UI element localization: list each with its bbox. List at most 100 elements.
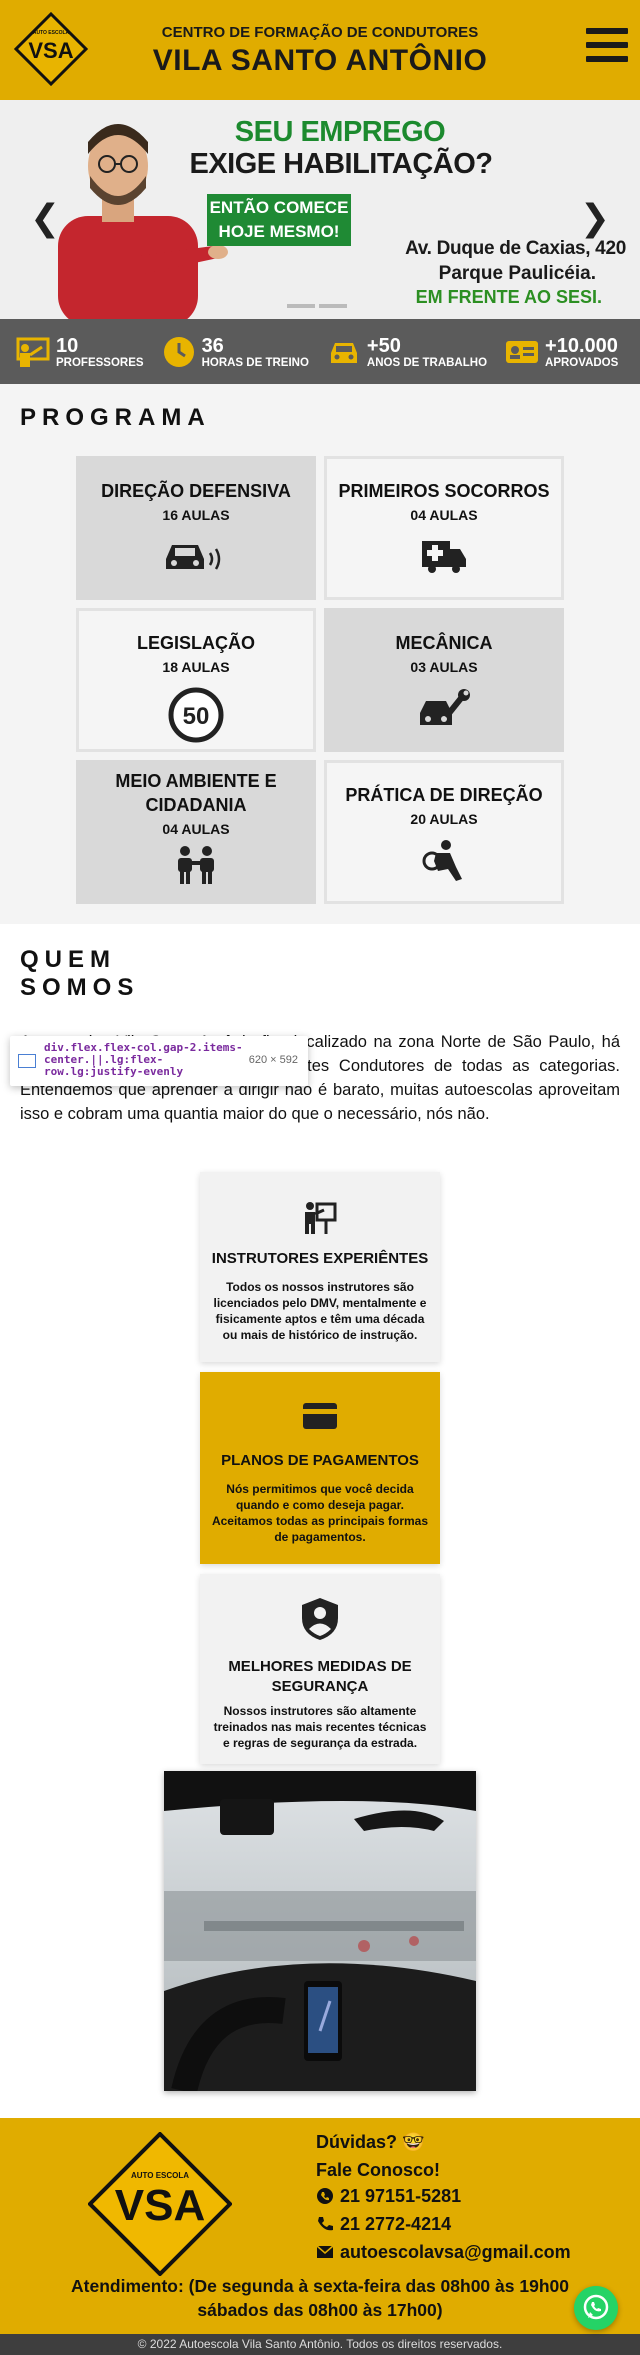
site-footer: AUTO ESCOLA VSA Dúvidas? 🤓 Fale Conosco!…: [0, 2118, 640, 2334]
carousel-next-icon[interactable]: ❯: [580, 200, 610, 236]
carousel-indicators[interactable]: [287, 295, 351, 313]
footer-phone-number: 21 2772-4214: [340, 2214, 452, 2234]
svg-text:AUTO ESCOLA: AUTO ESCOLA: [131, 2171, 189, 2180]
course-card-mecanica[interactable]: MECÂNICA 03 AULAS: [324, 608, 564, 752]
course-card-primeiros-socorros[interactable]: PRIMEIROS SOCORROS 04 AULAS: [324, 456, 564, 600]
car-sound-icon: [166, 545, 221, 570]
course-card-direcao-defensiva[interactable]: DIREÇÃO DEFENSIVA 16 AULAS: [76, 456, 316, 600]
svg-text:VSA: VSA: [28, 38, 73, 63]
footer-duvidas: Dúvidas? 🤓: [316, 2132, 425, 2152]
course-card-legislacao[interactable]: LEGISLAÇÃO 18 AULAS 50: [76, 608, 316, 752]
footer-hours-line-1: Atendimento: (De segunda à sexta-feira d…: [71, 2276, 569, 2296]
email-icon: [316, 2245, 334, 2258]
feature-title-line-2: SEGURANÇA: [271, 1678, 369, 1695]
hero-cta-line-1: ENTÃO COMECE: [209, 198, 349, 217]
quem-title-2: SOMOS: [20, 974, 140, 1001]
vsa-logo-large[interactable]: AUTO ESCOLA VSA: [88, 2132, 232, 2276]
stat-label: ANOS DE TRABALHO: [366, 356, 488, 369]
svg-text:VSA: VSA: [115, 2181, 205, 2230]
quem-title-1: QUEM: [20, 946, 116, 973]
phone-icon: [318, 2217, 333, 2231]
feature-description: Nós permitimos que você decida quando e …: [211, 1482, 429, 1544]
hero-carousel: SEU EMPREGO EXIGE HABILITAÇÃO? ENTÃO COM…: [0, 100, 640, 319]
header-subtitle: CENTRO DE FORMAÇÃO DE CONDUTORES: [161, 24, 479, 41]
course-name: PRÁTICA DE DIREÇÃO: [345, 785, 543, 805]
instructor-icon: [305, 1202, 337, 1234]
stat-value: +10.000: [545, 334, 618, 357]
stat-value: 36: [201, 334, 224, 357]
feature-seguranca: MELHORES MEDIDAS DE SEGURANÇA Nossos ins…: [200, 1574, 440, 1764]
feature-instrutores: INSTRUTORES EXPERIÊNTES Todos os nossos …: [200, 1172, 440, 1362]
footer-whatsapp-number: 21 97151-5281: [340, 2186, 462, 2206]
hero-address-street: Av. Duque de Caxias, 420: [405, 238, 626, 259]
quem-somos-section: QUEM SOMOS Autoescolas Vila Santo Antôni…: [0, 924, 640, 2119]
car-interior-photo: [164, 1771, 476, 2091]
course-name: LEGISLAÇÃO: [136, 633, 255, 653]
course-hours: 04 AULAS: [410, 507, 478, 523]
footer-email-link[interactable]: autoescolavsa@gmail.com: [316, 2242, 571, 2263]
stat-horas: 36 HORAS DE TREINO: [162, 335, 309, 369]
course-hours: 16 AULAS: [162, 507, 230, 523]
inspector-tooltip: div.flex.flex-col.gap-2.items-center.||.…: [10, 1036, 308, 1086]
header-title: VILA SANTO ANTÔNIO: [152, 44, 488, 77]
programa-section: PROGRAMA DIREÇÃO DEFENSIVA 16 AULAS PRIM…: [0, 384, 640, 924]
feature-title: INSTRUTORES EXPERIÊNTES: [211, 1250, 429, 1267]
footer-hours-line-2: sábados das 08h00 às 17h00): [197, 2300, 443, 2320]
stat-label: HORAS DE TREINO: [201, 356, 309, 369]
whatsapp-icon: [317, 2188, 333, 2204]
feature-title: PLANOS DE PAGAMENTOS: [221, 1452, 419, 1469]
people-icon: [178, 846, 214, 884]
course-name: MECÂNICA: [395, 633, 493, 653]
stat-aprovados: +10.000 APROVADOS: [505, 335, 618, 369]
stat-label: APROVADOS: [545, 356, 619, 369]
course-hours: 03 AULAS: [410, 659, 478, 675]
inspector-selector: div.flex.flex-col.gap-2.items-center.||.…: [44, 1041, 243, 1078]
hero-cta-banner: ENTÃO COMECE HOJE MESMO!: [207, 194, 351, 246]
flex-layout-icon: [18, 1054, 36, 1068]
svg-text:AUTO ESCOLA: AUTO ESCOLA: [33, 30, 70, 36]
whatsapp-float-button[interactable]: [574, 2286, 618, 2330]
driving-person-icon: [422, 840, 462, 881]
course-card-meio-ambiente[interactable]: MEIO AMBIENTE E CIDADANIA 04 AULAS: [76, 760, 316, 904]
course-hours: 18 AULAS: [162, 659, 230, 675]
carousel-prev-icon[interactable]: ❮: [30, 200, 60, 236]
hero-headline-2: EXIGE HABILITAÇÃO?: [189, 148, 493, 180]
feature-description: Todos os nossos instrutores são licencia…: [213, 1280, 427, 1342]
feature-description: Nossos instrutores são altamente treinad…: [213, 1704, 427, 1750]
footer-hours: Atendimento: (De segunda à sexta-feira d…: [60, 2274, 580, 2322]
teacher-icon: [16, 337, 50, 367]
course-name: MEIO AMBIENTE E: [115, 771, 277, 791]
car-icon: [330, 342, 357, 363]
stats-bar: 10 PROFESSORES 36 HORAS DE TREINO +50 ANOS …: [0, 319, 640, 384]
hero-address-district: Parque Paulicéia.: [438, 263, 596, 284]
credit-card-icon: [303, 1403, 337, 1429]
id-card-icon: [506, 340, 539, 363]
footer-email-address: autoescolavsa@gmail.com: [340, 2242, 571, 2262]
course-hours: 20 AULAS: [410, 811, 478, 827]
footer-phone-link[interactable]: 21 2772-4214: [316, 2214, 451, 2235]
course-hours: 04 AULAS: [162, 821, 230, 837]
car-wrench-icon: [420, 689, 470, 725]
copyright-bar: © 2022 Autoescola Vila Santo Antônio. To…: [0, 2334, 640, 2355]
course-card-pratica-direcao[interactable]: PRÁTICA DE DIREÇÃO 20 AULAS: [324, 760, 564, 904]
stat-label: PROFESSORES: [56, 356, 144, 369]
course-name: PRIMEIROS SOCORROS: [338, 481, 550, 501]
stat-anos: +50 ANOS DE TRABALHO: [327, 335, 487, 369]
course-name: DIREÇÃO DEFENSIVA: [101, 481, 291, 501]
footer-fale-conosco: Fale Conosco!: [316, 2160, 441, 2180]
stat-value: +50: [366, 334, 401, 357]
feature-pagamentos: PLANOS DE PAGAMENTOS Nós permitimos que …: [200, 1372, 440, 1564]
shield-user-icon: [302, 1598, 338, 1640]
vsa-logo[interactable]: AUTO ESCOLA VSA: [14, 12, 88, 86]
hero-cta-line-2: HOJE MESMO!: [218, 222, 340, 241]
speed-limit-icon: 50: [168, 687, 224, 743]
site-header: AUTO ESCOLA VSA CENTRO DE FORMAÇÃO DE CO…: [0, 0, 640, 100]
stat-professores: 10 PROFESSORES: [16, 335, 144, 369]
course-name-line-2: CIDADANIA: [145, 795, 247, 815]
hamburger-menu-icon[interactable]: [586, 28, 628, 70]
programa-title: PROGRAMA: [20, 404, 211, 431]
hero-headline-1: SEU EMPREGO: [234, 116, 446, 148]
inspector-size: 620 × 592: [248, 1054, 298, 1066]
clock-icon: [163, 336, 194, 367]
footer-whatsapp-link[interactable]: 21 97151-5281: [316, 2186, 461, 2207]
